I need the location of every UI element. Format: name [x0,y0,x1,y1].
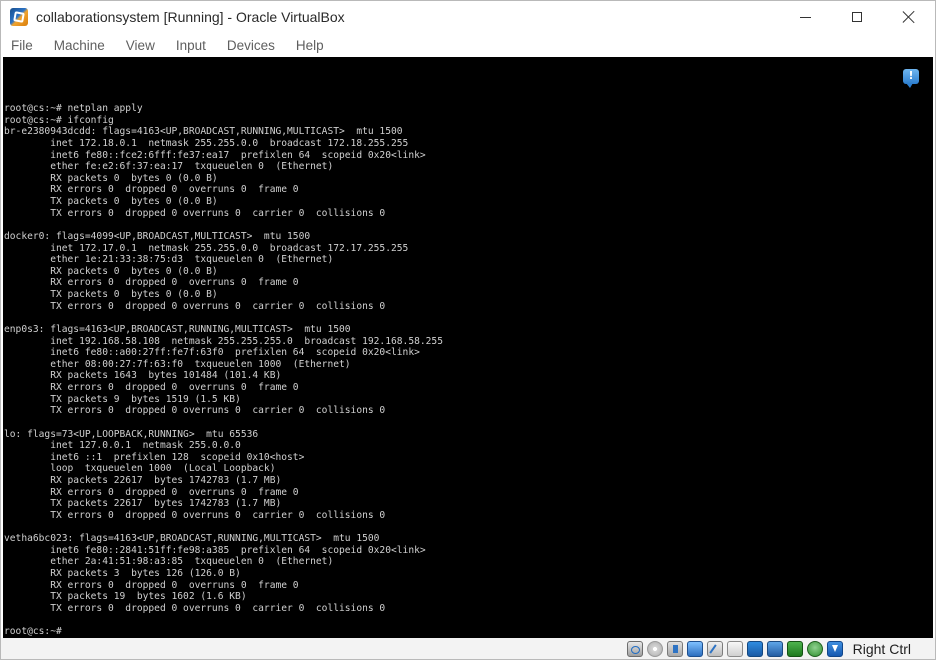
maximize-button[interactable] [831,1,883,33]
display-icon[interactable] [746,640,763,657]
window-controls [779,1,935,33]
virtualbox-window: collaborationsystem [Running] - Oracle V… [0,0,936,660]
hard-disk-icon[interactable] [626,640,643,657]
shared-folders-icon[interactable] [726,640,743,657]
close-icon [902,10,916,24]
optical-drive-icon[interactable] [646,640,663,657]
vm-screen[interactable]: root@cs:~# netplan apply root@cs:~# ifco… [3,57,933,638]
menu-view[interactable]: View [116,38,163,53]
network-icon[interactable] [686,640,703,657]
host-key-label[interactable]: Right Ctrl [853,641,911,657]
virtualbox-icon [10,8,28,26]
title-bar[interactable]: collaborationsystem [Running] - Oracle V… [1,1,935,33]
window-title: collaborationsystem [Running] - Oracle V… [36,9,345,25]
usb-icon[interactable] [706,640,723,657]
menu-devices[interactable]: Devices [217,38,283,53]
cpu-icon[interactable] [786,640,803,657]
menu-file[interactable]: File [1,38,41,53]
menu-machine[interactable]: Machine [44,38,113,53]
maximize-icon [852,12,862,22]
menu-help[interactable]: Help [286,38,332,53]
minimize-icon [799,16,811,18]
info-notification-icon[interactable]: ! [903,69,919,88]
minimize-button[interactable] [779,1,831,33]
audio-icon[interactable] [666,640,683,657]
keyboard-capture-icon[interactable] [826,640,843,657]
menu-bar: File Machine View Input Devices Help [1,33,935,57]
terminal-output[interactable]: root@cs:~# netplan apply root@cs:~# ifco… [4,103,443,638]
recording-icon[interactable] [766,640,783,657]
mouse-integration-icon[interactable] [806,640,823,657]
close-button[interactable] [883,1,935,33]
status-bar: Right Ctrl [1,638,935,659]
menu-input[interactable]: Input [166,38,214,53]
